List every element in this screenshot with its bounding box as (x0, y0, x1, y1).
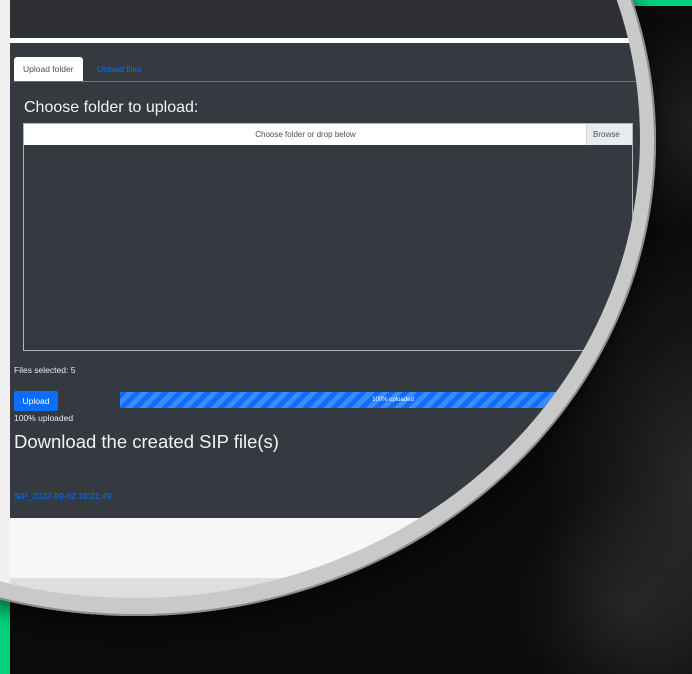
folder-drop-zone[interactable]: Choose folder or drop below Browse (23, 123, 633, 351)
download-heading: Download the created SIP file(s) (14, 431, 279, 452)
tab-upload-folder[interactable]: Upload folder (14, 57, 83, 81)
page-footer (10, 518, 640, 578)
upload-status-text: 100% uploaded (14, 413, 74, 423)
upload-tabs: Upload folder Upload files (14, 57, 640, 82)
folder-file-input[interactable]: Choose folder or drop below Browse (24, 124, 632, 145)
magnifier-lens: Upload folder Upload files Choose folder… (0, 0, 640, 598)
page-footer-lower (10, 578, 640, 598)
upload-progress-bar: 100% uploaded (120, 392, 640, 408)
file-input-label: Choose folder or drop below (255, 130, 356, 139)
top-navbar (10, 0, 640, 38)
screenshot-scene: Upload folder Upload files Choose folder… (0, 0, 692, 674)
browse-button[interactable]: Browse (586, 124, 632, 145)
files-selected-count: Files selected: 5 (14, 365, 76, 375)
upload-panel: Upload folder Upload files Choose folder… (10, 43, 640, 518)
upload-progress-label: 100% uploaded (372, 397, 414, 403)
upload-button[interactable]: Upload (14, 391, 58, 411)
choose-folder-heading: Choose folder to upload: (24, 99, 199, 116)
tab-upload-files[interactable]: Upload files (88, 57, 150, 81)
sip-file-link[interactable]: SIP_2022-09-02 10:21:49 (14, 491, 111, 501)
